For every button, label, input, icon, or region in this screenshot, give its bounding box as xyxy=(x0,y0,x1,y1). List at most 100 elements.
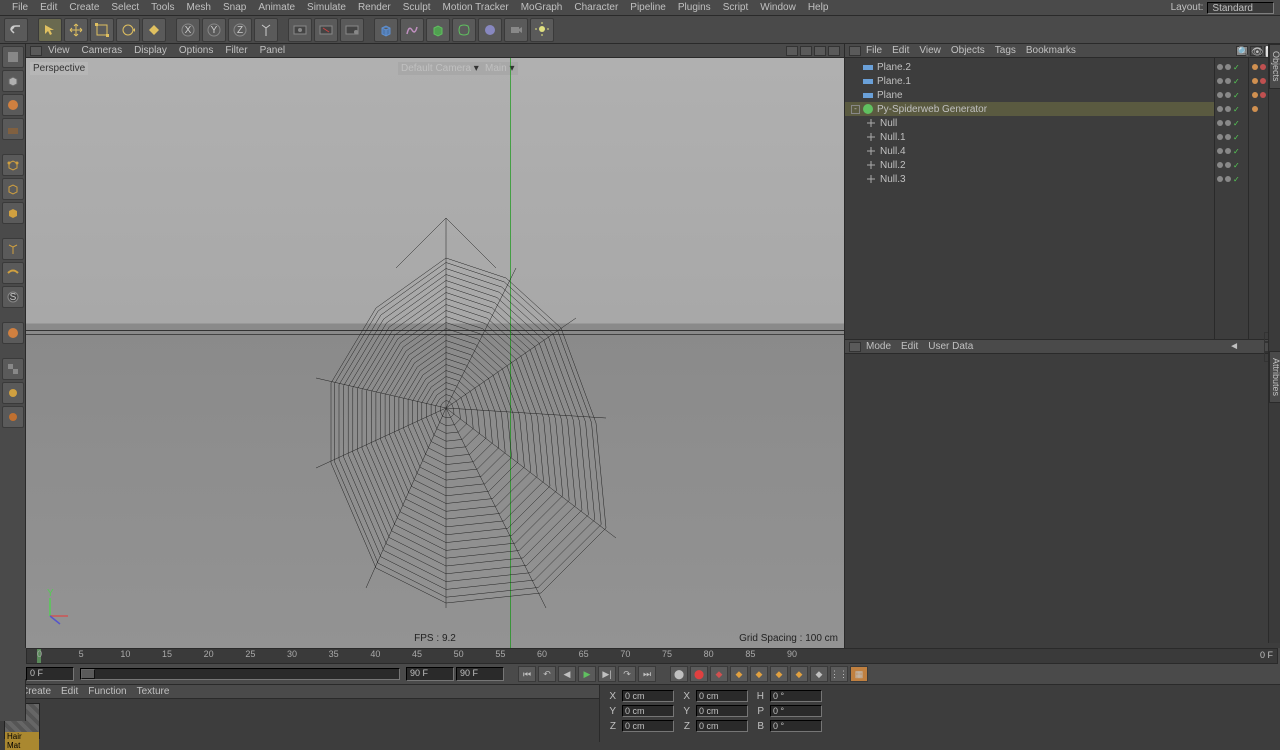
visibility-dot[interactable] xyxy=(1217,106,1223,112)
enable-check[interactable]: ✓ xyxy=(1233,105,1240,114)
timeline-start-field[interactable]: 0 F xyxy=(26,667,74,681)
object-row[interactable]: Plane.1 xyxy=(845,74,1214,88)
menu-mesh[interactable]: Mesh xyxy=(181,2,217,13)
axis-z-button[interactable]: Z xyxy=(228,18,252,42)
vp-menu-cameras[interactable]: Cameras xyxy=(76,45,129,56)
next-frame-button[interactable]: ▶| xyxy=(598,666,616,682)
coord-z-size[interactable]: 0 cm xyxy=(696,720,748,732)
coord-h-rot[interactable]: 0 ° xyxy=(770,690,822,702)
menu-mograph[interactable]: MoGraph xyxy=(515,2,569,13)
enable-check[interactable]: ✓ xyxy=(1233,175,1240,184)
vp-menu-options[interactable]: Options xyxy=(173,45,219,56)
enable-check[interactable]: ✓ xyxy=(1233,161,1240,170)
object-row[interactable]: Plane xyxy=(845,88,1214,102)
tag-icon[interactable] xyxy=(1260,78,1266,84)
add-camera-button[interactable] xyxy=(504,18,528,42)
timeline-range-slider[interactable] xyxy=(80,668,400,680)
last-tool[interactable] xyxy=(142,18,166,42)
object-row[interactable]: -Py-Spiderweb Generator xyxy=(845,102,1214,116)
visibility-dot[interactable] xyxy=(1217,64,1223,70)
render-settings-button[interactable] xyxy=(340,18,364,42)
om-menu-tags[interactable]: Tags xyxy=(990,45,1021,56)
menu-help[interactable]: Help xyxy=(802,2,835,13)
key-scale-button[interactable]: ◆ xyxy=(750,666,768,682)
object-row[interactable]: Null.2 xyxy=(845,158,1214,172)
render-dot[interactable] xyxy=(1225,134,1231,140)
menu-motiontracker[interactable]: Motion Tracker xyxy=(437,2,515,13)
enable-check[interactable]: ✓ xyxy=(1233,77,1240,86)
vp-menu-filter[interactable]: Filter xyxy=(219,45,253,56)
menu-pipeline[interactable]: Pipeline xyxy=(624,2,672,13)
layout-dropdown[interactable]: Standard xyxy=(1207,2,1274,14)
menu-plugins[interactable]: Plugins xyxy=(672,2,717,13)
menu-render[interactable]: Render xyxy=(352,2,397,13)
render-dot[interactable] xyxy=(1225,120,1231,126)
tweak-button[interactable] xyxy=(2,262,24,284)
vp-menu-panel[interactable]: Panel xyxy=(254,45,292,56)
menu-animate[interactable]: Animate xyxy=(252,2,301,13)
undo-button[interactable] xyxy=(4,18,28,42)
render-dot[interactable] xyxy=(1225,78,1231,84)
mat-menu-texture[interactable]: Texture xyxy=(132,686,175,697)
am-menu-edit[interactable]: Edit xyxy=(896,341,923,352)
render-dot[interactable] xyxy=(1225,106,1231,112)
next-key-button[interactable]: ↷ xyxy=(618,666,636,682)
tag-icon[interactable] xyxy=(1252,64,1258,70)
render-dot[interactable] xyxy=(1225,162,1231,168)
rotate-tool[interactable] xyxy=(116,18,140,42)
key-pla-button[interactable]: ◆ xyxy=(810,666,828,682)
viewport-quad-icon[interactable] xyxy=(814,46,826,56)
visibility-dot[interactable] xyxy=(1217,78,1223,84)
render-dot[interactable] xyxy=(1225,176,1231,182)
om-menu-view[interactable]: View xyxy=(914,45,946,56)
vp-menu-display[interactable]: Display xyxy=(128,45,173,56)
texture-mode-button[interactable] xyxy=(2,94,24,116)
side-tab-attributes[interactable]: Attributes xyxy=(1269,351,1280,403)
tag-icon[interactable] xyxy=(1252,78,1258,84)
select-tool[interactable] xyxy=(38,18,62,42)
autokey-button[interactable]: ⬤ xyxy=(690,666,708,682)
render-view-button[interactable] xyxy=(288,18,312,42)
enable-check[interactable]: ✓ xyxy=(1233,133,1240,142)
menu-select[interactable]: Select xyxy=(105,2,145,13)
menu-sculpt[interactable]: Sculpt xyxy=(397,2,437,13)
object-row[interactable]: Null.1 xyxy=(845,130,1214,144)
menu-file[interactable]: File xyxy=(6,2,34,13)
goto-end-button[interactable]: ⏭ xyxy=(638,666,656,682)
tag-icon[interactable] xyxy=(1252,106,1258,112)
tag-icon[interactable] xyxy=(1260,92,1266,98)
coord-x-size[interactable]: 0 cm xyxy=(696,690,748,702)
visibility-dot[interactable] xyxy=(1217,148,1223,154)
goto-start-button[interactable]: ⏮ xyxy=(518,666,536,682)
tag-icon[interactable] xyxy=(1260,64,1266,70)
viewport-render-button[interactable] xyxy=(2,382,24,404)
render-dot[interactable] xyxy=(1225,64,1231,70)
am-menu-icon[interactable] xyxy=(849,342,861,352)
render-dot[interactable] xyxy=(1225,148,1231,154)
menu-snap[interactable]: Snap xyxy=(217,2,252,13)
axis-x-button[interactable]: X xyxy=(176,18,200,42)
prev-key-button[interactable]: ↶ xyxy=(538,666,556,682)
prev-frame-button[interactable]: ◀ xyxy=(558,666,576,682)
model-mode-button[interactable] xyxy=(2,70,24,92)
menu-character[interactable]: Character xyxy=(568,2,624,13)
object-row[interactable]: Null xyxy=(845,116,1214,130)
menu-tools[interactable]: Tools xyxy=(145,2,180,13)
visibility-dot[interactable] xyxy=(1217,92,1223,98)
timeline-end-shown-field[interactable]: 90 F xyxy=(406,667,454,681)
key-selection-button[interactable]: ▦ xyxy=(850,666,868,682)
point-mode-button[interactable] xyxy=(2,154,24,176)
axis-tool-button[interactable] xyxy=(2,238,24,260)
enable-check[interactable]: ✓ xyxy=(1233,63,1240,72)
menu-create[interactable]: Create xyxy=(63,2,105,13)
workplane-button[interactable] xyxy=(2,118,24,140)
add-light-button[interactable] xyxy=(530,18,554,42)
coord-system-button[interactable] xyxy=(254,18,278,42)
om-menu-icon[interactable] xyxy=(849,46,861,56)
coord-y-pos[interactable]: 0 cm xyxy=(622,705,674,717)
menu-window[interactable]: Window xyxy=(754,2,802,13)
keyframe-button[interactable]: ◆ xyxy=(710,666,728,682)
visibility-dot[interactable] xyxy=(1217,176,1223,182)
timeline-end-field[interactable]: 90 F xyxy=(456,667,504,681)
viewport-filter-button[interactable] xyxy=(2,406,24,428)
